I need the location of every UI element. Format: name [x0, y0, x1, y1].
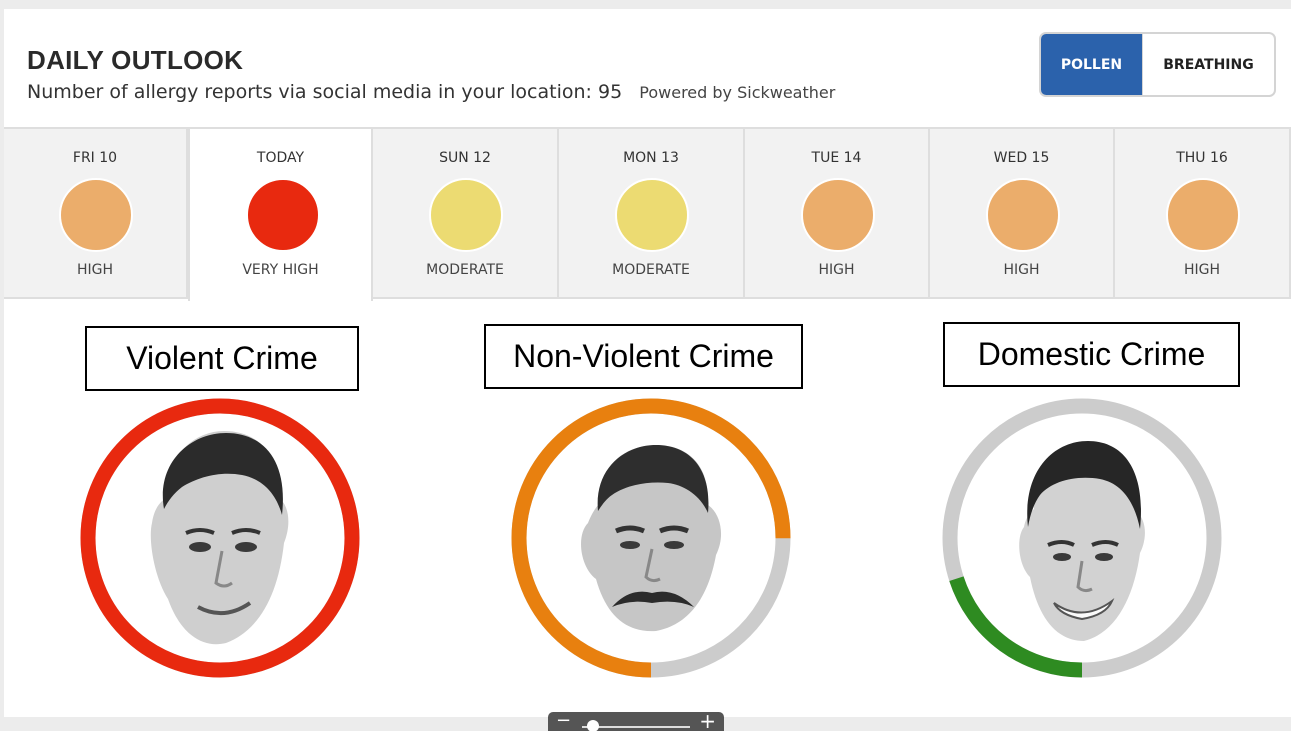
day-tab[interactable]: SUN 12 MODERATE — [373, 129, 559, 299]
pollen-level-label: MODERATE — [612, 262, 690, 278]
pollen-level-label: VERY HIGH — [242, 262, 319, 278]
violent-crime-portrait — [150, 431, 289, 645]
pollen-level-dot — [985, 178, 1060, 252]
zoom-slider-handle[interactable] — [587, 720, 600, 731]
forecast-day-tabs: FRI 10 HIGH TODAY VERY HIGH SUN 12 MODERATE MO… — [4, 127, 1291, 301]
day-tab[interactable]: WED 15 HIGH — [930, 129, 1115, 299]
pollen-level-dot — [800, 178, 875, 252]
pollen-level-dot — [1166, 178, 1240, 252]
pollen-level-label: MODERATE — [426, 262, 504, 278]
day-label: THU 16 — [1176, 150, 1228, 166]
subtitle-row: Number of allergy reports via social med… — [27, 81, 835, 103]
pollen-level-dot — [59, 178, 133, 252]
day-label: WED 15 — [993, 150, 1050, 166]
breathing-button[interactable]: BREATHING — [1142, 34, 1274, 95]
domestic-crime-portrait — [1019, 441, 1145, 641]
pollen-level-label: HIGH — [1183, 262, 1221, 278]
day-tab[interactable]: TUE 14 HIGH — [745, 129, 930, 299]
pollen-level-dot — [615, 178, 689, 252]
zoom-control: − + — [548, 709, 724, 731]
day-label: MON 13 — [623, 150, 679, 166]
day-label: TODAY — [256, 150, 305, 166]
day-tab[interactable]: TODAY VERY HIGH — [188, 129, 373, 301]
violent-crime-label: Violent Crime — [85, 326, 359, 391]
pollen-button[interactable]: POLLEN — [1041, 34, 1142, 95]
plus-icon[interactable]: + — [699, 709, 716, 731]
day-label: SUN 12 — [439, 150, 491, 166]
pollen-level-label: HIGH — [818, 262, 855, 278]
pollen-breathing-toggle: POLLEN BREATHING — [1039, 32, 1276, 97]
day-label: TUE 14 — [811, 150, 862, 166]
minus-icon[interactable]: − — [556, 710, 571, 731]
day-tab[interactable]: THU 16 HIGH — [1115, 129, 1291, 299]
domestic-crime-label: Domestic Crime — [943, 322, 1240, 387]
allergy-reports-subtitle: Number of allergy reports via social med… — [27, 81, 623, 103]
non-violent-crime-label: Non-Violent Crime — [484, 324, 803, 389]
pollen-level-label: HIGH — [1003, 262, 1040, 278]
page-title: DAILY OUTLOOK — [27, 45, 244, 75]
powered-by-label: Powered by Sickweather — [639, 83, 836, 102]
non-violent-crime-portrait — [581, 445, 722, 632]
day-tab[interactable]: FRI 10 HIGH — [4, 129, 188, 299]
pollen-level-label: HIGH — [76, 262, 114, 278]
pollen-level-dot — [245, 178, 320, 252]
pollen-level-dot — [429, 178, 503, 252]
daily-outlook-card: DAILY OUTLOOK Number of allergy reports … — [4, 9, 1291, 717]
day-tab[interactable]: MON 13 MODERATE — [559, 129, 745, 299]
day-label: FRI 10 — [72, 150, 118, 166]
